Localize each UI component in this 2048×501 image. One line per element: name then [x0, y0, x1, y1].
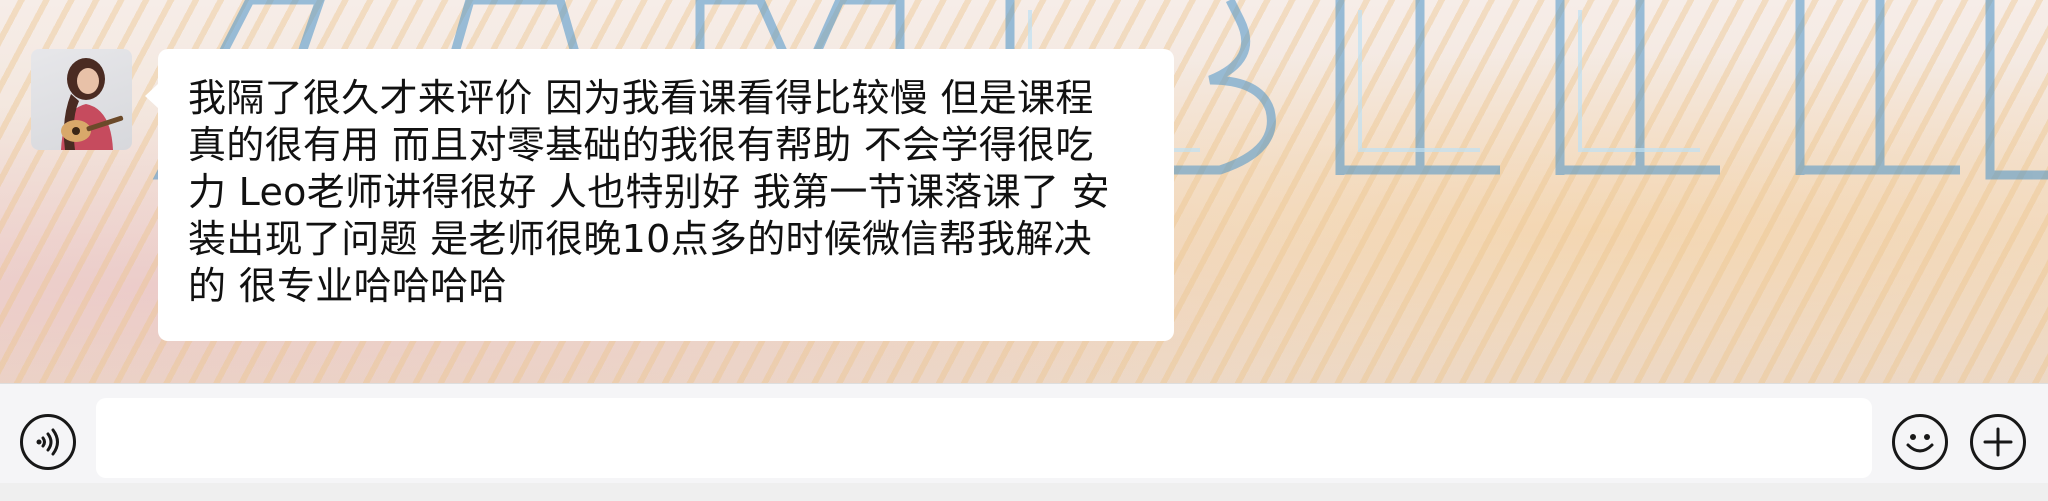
chat-area[interactable]: 我隔了很久才来评价 因为我看课看得比较慢 但是课程 真的很有用 而且对零基础的我…	[0, 0, 2048, 383]
emoji-icon	[1906, 434, 1934, 453]
avatar-girl-with-ukulele-icon	[61, 58, 124, 150]
message-text: 我隔了很久才来评价 因为我看课看得比较慢 但是课程 真的很有用 而且对零基础的我…	[188, 76, 1110, 308]
voice-button[interactable]	[20, 414, 76, 470]
message-bubble[interactable]: 我隔了很久才来评价 因为我看课看得比较慢 但是课程 真的很有用 而且对零基础的我…	[145, 49, 1174, 341]
more-button[interactable]	[1970, 414, 2026, 470]
bottom-safe-area	[0, 483, 2048, 501]
message-input[interactable]	[96, 398, 1872, 478]
voice-icon	[36, 428, 59, 456]
plus-icon	[1983, 427, 2013, 457]
emoji-button[interactable]	[1892, 414, 1948, 470]
contact-avatar[interactable]	[31, 49, 132, 150]
